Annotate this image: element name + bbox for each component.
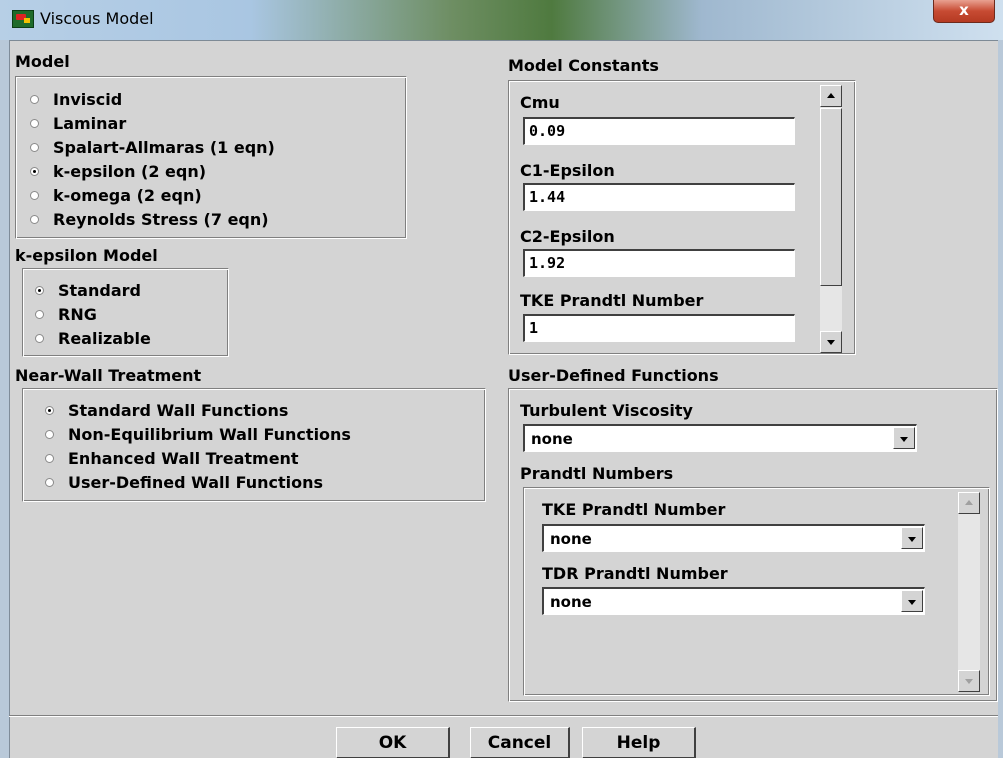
ok-button[interactable]: OK bbox=[336, 727, 450, 758]
model-option-inviscid[interactable]: Inviscid bbox=[30, 90, 122, 109]
radio-icon[interactable] bbox=[30, 191, 39, 200]
radio-icon[interactable] bbox=[45, 454, 54, 463]
model-option-k-epsilon[interactable]: k-epsilon (2 eqn) bbox=[30, 162, 206, 181]
model-group: Inviscid Laminar Spalart-Allmaras (1 eqn… bbox=[15, 76, 407, 239]
model-option-reynolds-stress[interactable]: Reynolds Stress (7 eqn) bbox=[30, 210, 269, 229]
kepsilon-heading: k-epsilon Model bbox=[15, 246, 158, 265]
radio-label: User-Defined Wall Functions bbox=[68, 473, 324, 492]
constant-label: TKE Prandtl Number bbox=[520, 291, 704, 310]
radio-label: Reynolds Stress (7 eqn) bbox=[53, 210, 269, 229]
radio-selected-icon[interactable] bbox=[30, 167, 39, 176]
cancel-button[interactable]: Cancel bbox=[470, 727, 570, 758]
scroll-up-icon[interactable] bbox=[820, 85, 842, 107]
scroll-down-icon[interactable] bbox=[958, 670, 980, 692]
chevron-down-icon[interactable] bbox=[901, 590, 923, 612]
separator bbox=[9, 715, 998, 717]
radio-label: k-omega (2 eqn) bbox=[53, 186, 202, 205]
nearwall-option-enhanced[interactable]: Enhanced Wall Treatment bbox=[45, 449, 299, 468]
radio-label: k-epsilon (2 eqn) bbox=[53, 162, 207, 181]
radio-label: Spalart-Allmaras (1 eqn) bbox=[53, 138, 275, 157]
c2-epsilon-field[interactable]: 1.92 bbox=[523, 249, 795, 277]
radio-label: Inviscid bbox=[53, 90, 123, 109]
radio-icon[interactable] bbox=[30, 95, 39, 104]
kepsilon-option-standard[interactable]: Standard bbox=[35, 281, 141, 300]
radio-label: Laminar bbox=[53, 114, 127, 133]
prandtl-numbers-label: Prandtl Numbers bbox=[520, 464, 674, 483]
radio-icon[interactable] bbox=[45, 430, 54, 439]
udf-heading: User-Defined Functions bbox=[508, 366, 719, 385]
nearwall-heading: Near-Wall Treatment bbox=[15, 366, 202, 385]
model-option-spalart-allmaras[interactable]: Spalart-Allmaras (1 eqn) bbox=[30, 138, 275, 157]
kepsilon-option-rng[interactable]: RNG bbox=[35, 305, 97, 324]
scroll-up-icon[interactable] bbox=[958, 492, 980, 514]
radio-label: Standard bbox=[58, 281, 141, 300]
dropdown-value: none bbox=[550, 593, 592, 611]
help-button[interactable]: Help bbox=[582, 727, 696, 758]
radio-label: Enhanced Wall Treatment bbox=[68, 449, 299, 468]
radio-icon[interactable] bbox=[45, 478, 54, 487]
tdr-prandtl-dropdown[interactable]: none bbox=[542, 587, 925, 615]
nearwall-option-non-equilibrium[interactable]: Non-Equilibrium Wall Functions bbox=[45, 425, 351, 444]
window-frame-right bbox=[998, 40, 1003, 758]
constant-label: C1-Epsilon bbox=[520, 161, 615, 180]
radio-icon[interactable] bbox=[35, 310, 44, 319]
radio-label: Realizable bbox=[58, 329, 151, 348]
udf-panel: Turbulent Viscosity none Prandtl Numbers… bbox=[508, 388, 998, 702]
dropdown-value: none bbox=[531, 430, 573, 448]
radio-icon[interactable] bbox=[30, 143, 39, 152]
tke-prandtl-field[interactable]: 1 bbox=[523, 314, 795, 342]
nearwall-option-standard[interactable]: Standard Wall Functions bbox=[45, 401, 288, 420]
model-heading: Model bbox=[15, 52, 70, 71]
window-title: Viscous Model bbox=[40, 9, 154, 28]
chevron-down-icon[interactable] bbox=[901, 527, 923, 549]
tdr-prandtl-label: TDR Prandtl Number bbox=[542, 564, 728, 583]
constant-label: C2-Epsilon bbox=[520, 227, 615, 246]
nearwall-group: Standard Wall Functions Non-Equilibrium … bbox=[22, 388, 486, 502]
tke-prandtl-label: TKE Prandtl Number bbox=[542, 500, 726, 519]
constants-panel: Cmu 0.09 C1-Epsilon 1.44 C2-Epsilon 1.92… bbox=[508, 80, 856, 355]
constants-heading: Model Constants bbox=[508, 56, 659, 75]
kepsilon-group: Standard RNG Realizable bbox=[22, 268, 229, 357]
dropdown-value: none bbox=[550, 530, 592, 548]
radio-label: RNG bbox=[58, 305, 97, 324]
model-option-k-omega[interactable]: k-omega (2 eqn) bbox=[30, 186, 202, 205]
radio-selected-icon[interactable] bbox=[35, 286, 44, 295]
turbulent-viscosity-label: Turbulent Viscosity bbox=[520, 401, 693, 420]
radio-label: Standard Wall Functions bbox=[68, 401, 289, 420]
chevron-down-icon[interactable] bbox=[893, 427, 915, 449]
viscous-model-dialog: Viscous Model x Model Inviscid Laminar S… bbox=[0, 0, 1003, 758]
radio-icon[interactable] bbox=[30, 119, 39, 128]
close-button[interactable]: x bbox=[933, 0, 995, 23]
radio-icon[interactable] bbox=[30, 215, 39, 224]
model-option-laminar[interactable]: Laminar bbox=[30, 114, 126, 133]
prandtl-scrollbar[interactable] bbox=[958, 492, 980, 692]
kepsilon-option-realizable[interactable]: Realizable bbox=[35, 329, 151, 348]
app-icon bbox=[12, 10, 34, 28]
scroll-thumb[interactable] bbox=[820, 108, 842, 286]
radio-label: Non-Equilibrium Wall Functions bbox=[68, 425, 351, 444]
turbulent-viscosity-dropdown[interactable]: none bbox=[523, 424, 917, 452]
radio-selected-icon[interactable] bbox=[45, 406, 54, 415]
radio-icon[interactable] bbox=[35, 334, 44, 343]
cmu-field[interactable]: 0.09 bbox=[523, 117, 795, 145]
window-frame-left bbox=[0, 40, 10, 758]
prandtl-numbers-panel: TKE Prandtl Number none TDR Prandtl Numb… bbox=[523, 487, 990, 696]
constant-label: Cmu bbox=[520, 93, 560, 112]
c1-epsilon-field[interactable]: 1.44 bbox=[523, 183, 795, 211]
scroll-down-icon[interactable] bbox=[820, 331, 842, 353]
nearwall-option-user-defined[interactable]: User-Defined Wall Functions bbox=[45, 473, 323, 492]
tke-prandtl-dropdown[interactable]: none bbox=[542, 524, 925, 552]
